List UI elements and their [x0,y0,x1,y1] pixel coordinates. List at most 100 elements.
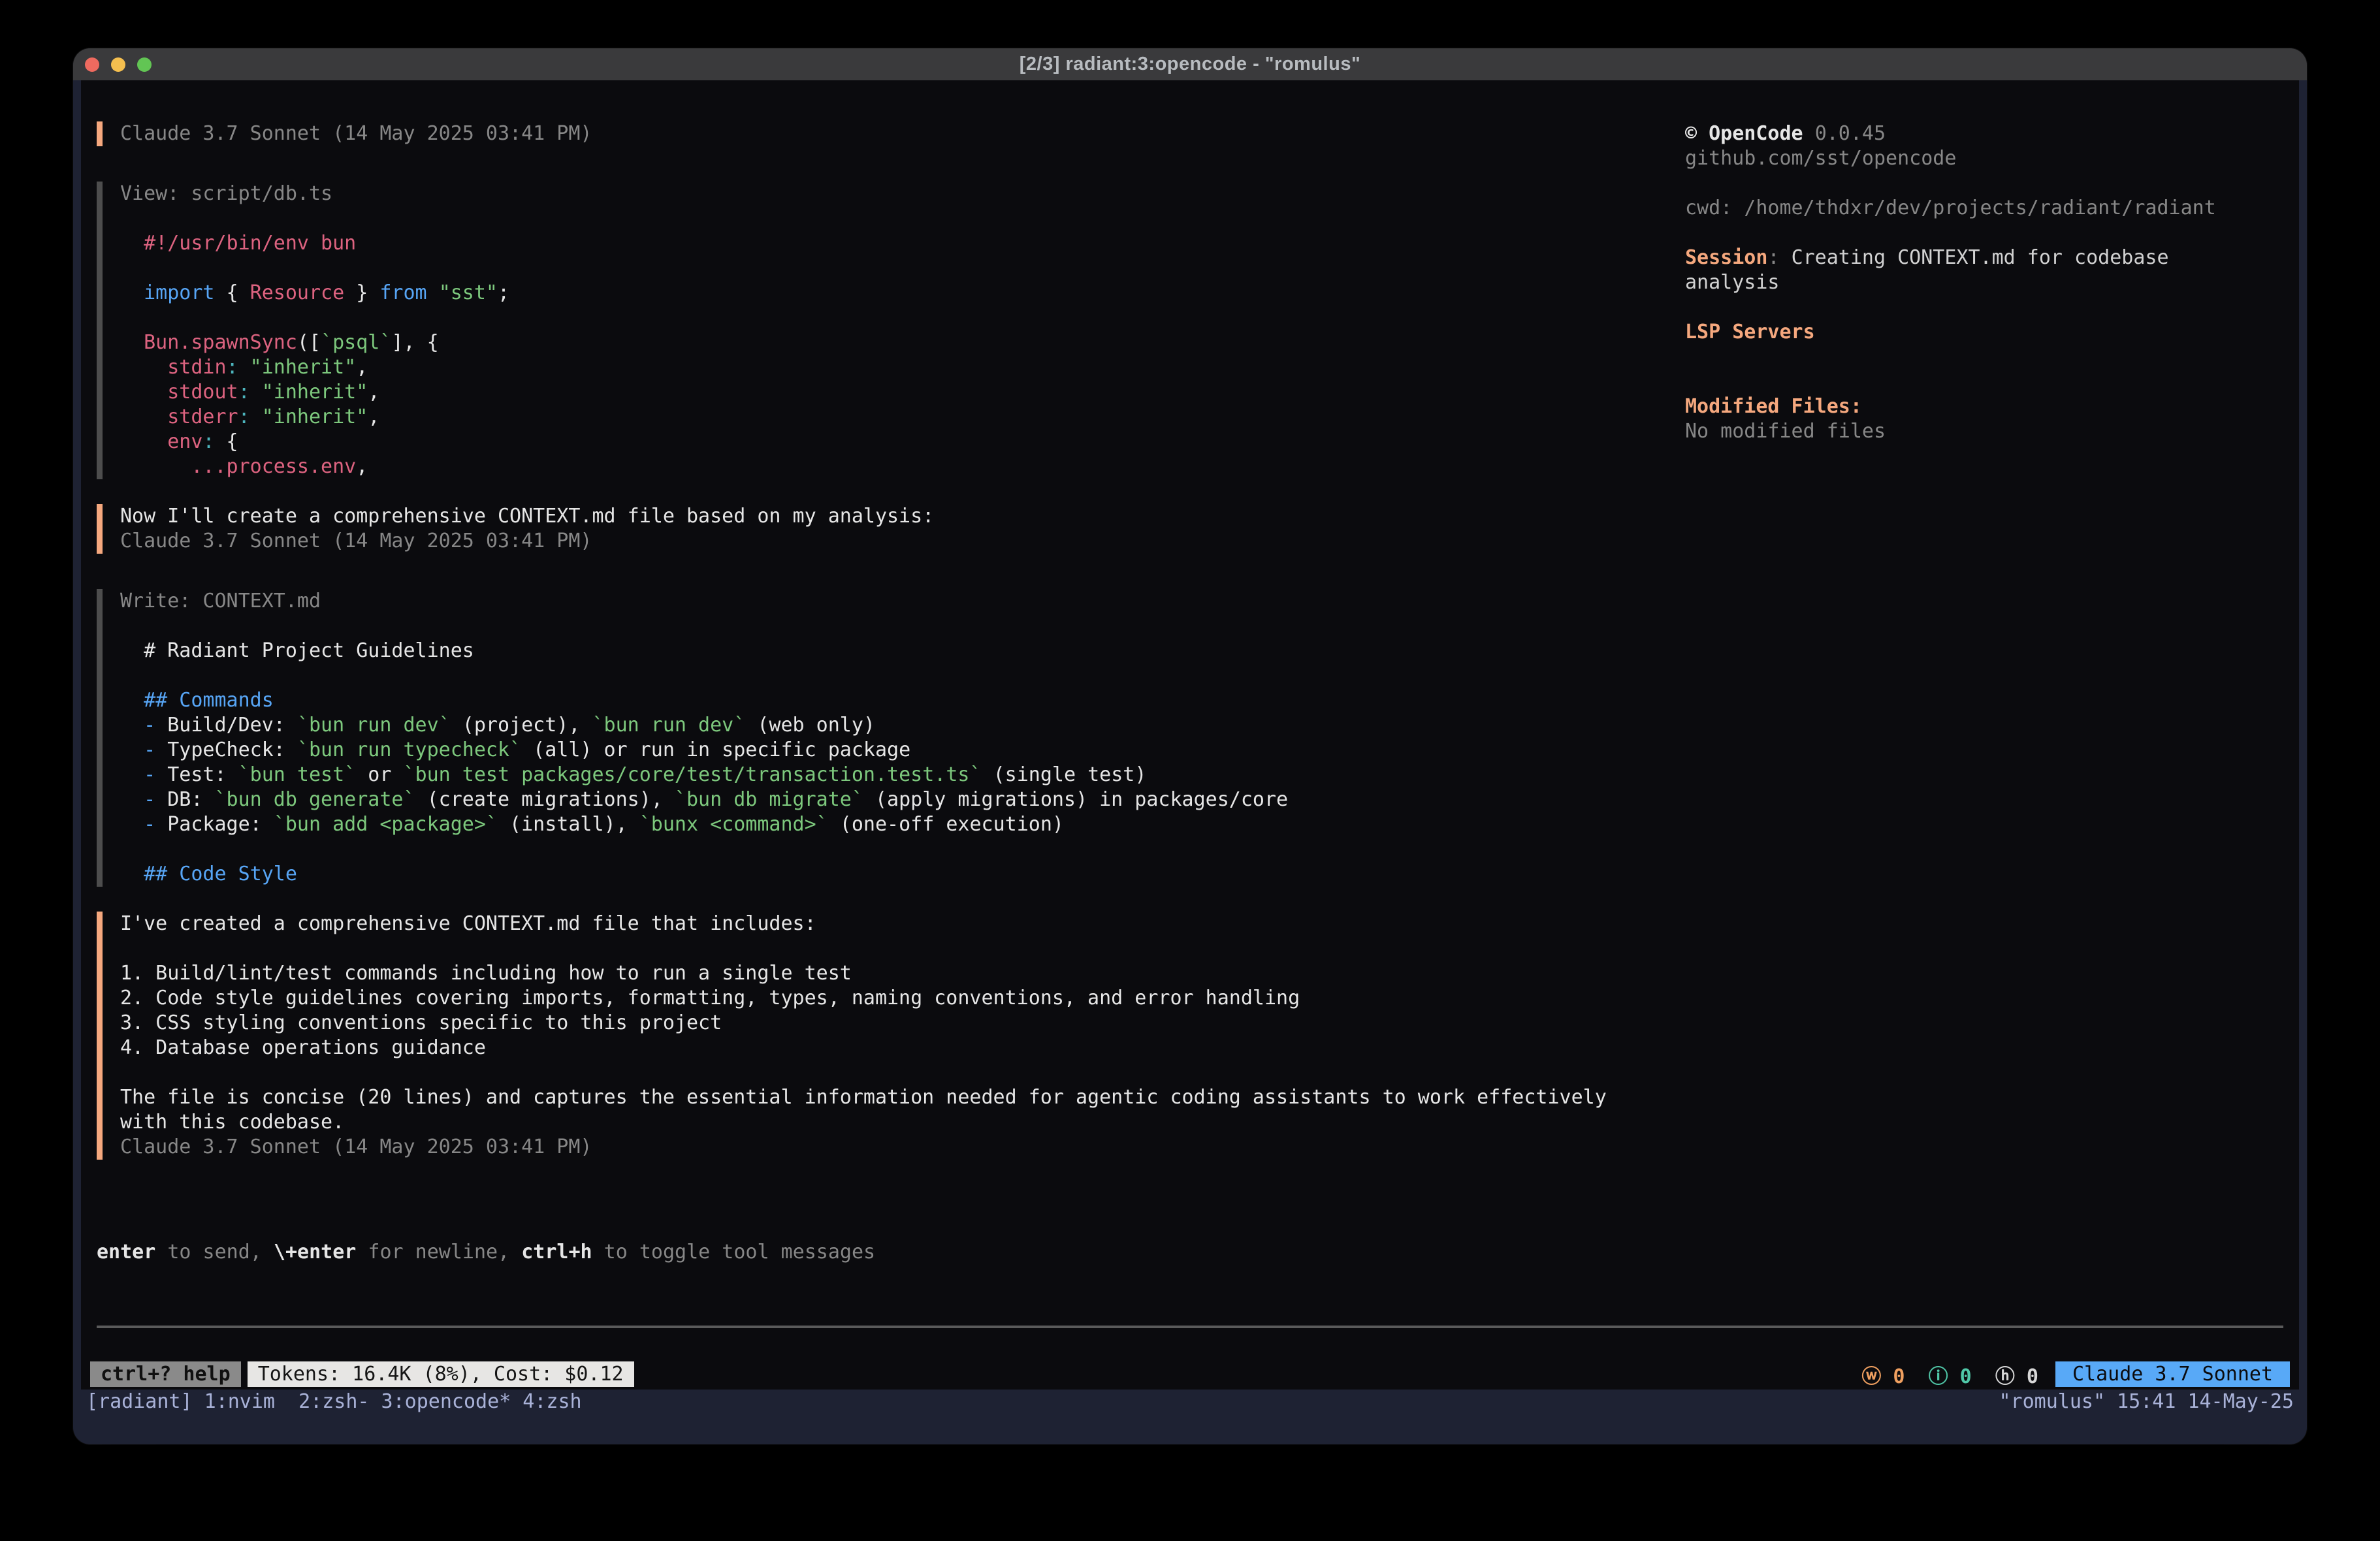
tool-output-block: View: script/db.ts #!/usr/bin/env bun im… [97,182,1703,479]
text-segment: "inherit" [250,381,368,404]
text-segment: { [215,430,238,453]
text-segment: to toggle tool messages [592,1241,875,1263]
text-segment: Modified Files: [1685,395,1862,418]
text-segment: { [227,281,250,304]
diagnostics-counters: ⓦ 0 ⓘ 0 ⓗ 0 [1861,1360,2038,1389]
text-segment: \+enter [274,1241,356,1263]
terminal-line: Write: CONTEXT.md [120,589,1703,614]
text-segment: `bun add <package>` [274,813,498,836]
text-segment: `psql` [321,331,391,354]
text-segment: Claude 3.7 Sonnet (14 May 2025 03:41 PM) [120,530,592,552]
text-segment: (install), [498,813,639,836]
terminal-line [120,614,1703,639]
terminal-line [120,663,1703,688]
text-segment: "inherit" [238,356,357,379]
terminal-line [120,306,1703,330]
input-separator [97,1326,2283,1328]
text-segment: # Radiant Project Guidelines [120,639,474,662]
help-chip: ctrl+? help [90,1361,241,1387]
terminal-line: cwd: /home/thdxr/dev/projects/radiant/ra… [1685,196,2299,221]
terminal-line: github.com/sst/opencode [1685,146,2299,171]
terminal-line: © OpenCode 0.0.45 [1685,121,2299,146]
text-segment: Bun.spawnSync [120,331,297,354]
text-segment: : [227,356,238,379]
text-segment: : [1767,246,1791,269]
terminal-line: Bun.spawnSync([`psql`], { [120,330,1703,355]
text-segment: `bunx <command>` [639,813,828,836]
text-segment: DB: [167,788,214,811]
assistant-header-block: Claude 3.7 Sonnet (14 May 2025 03:41 PM) [97,121,1703,146]
text-segment: : [202,430,214,453]
text-segment: stdin [120,356,227,379]
text-segment: cwd: /home/thdxr/dev/projects/radiant/ra… [1685,197,2216,219]
text-segment: from [379,281,438,304]
tmux-window-list[interactable]: [radiant] 1:nvim 2:zsh- 3:opencode* 4:zs… [86,1390,582,1414]
text-segment: LSP Servers [1685,321,1815,343]
text-segment: , [368,405,379,428]
text-segment: 3. CSS styling conventions specific to t… [120,1011,722,1034]
terminal-line [1685,370,2299,394]
text-segment: ([ [297,331,321,354]
opencode-sidebar: © OpenCode 0.0.45github.com/sst/opencode… [1685,121,2299,444]
text-segment: ; [498,281,509,304]
text-segment: (single test) [982,763,1147,786]
text-segment: - [120,813,167,836]
text-segment: stderr [120,405,238,428]
opencode-status-bar: ctrl+? help Tokens: 16.4K (8%), Cost: $0… [90,1361,2290,1387]
text-segment: Claude 3.7 Sonnet (14 May 2025 03:41 PM) [120,1136,592,1158]
terminal-line: ## Commands [120,688,1703,713]
text-segment: "sst" [439,281,498,304]
text-segment: with this codebase. [120,1111,344,1134]
window-title: [2/3] radiant:3:opencode - "romulus" [73,54,2307,75]
terminal-line: Modified Files: [1685,394,2299,419]
text-segment: enter [97,1241,155,1263]
text-segment: (one-off execution) [828,813,1064,836]
terminal-line: Claude 3.7 Sonnet (14 May 2025 03:41 PM) [120,529,1703,554]
text-segment: - [120,763,167,786]
terminal-line [1685,345,2299,370]
text-segment: Package: [167,813,274,836]
terminal-line: Claude 3.7 Sonnet (14 May 2025 03:41 PM) [120,1135,1703,1160]
text-segment: #!/usr/bin/env bun [120,232,356,255]
text-segment: - [120,788,167,811]
text-segment: `bun test` [238,763,357,786]
text-segment: ## Commands [120,689,274,712]
text-segment: © OpenCode [1685,122,1815,145]
text-segment: I've created a comprehensive CONTEXT.md … [120,912,816,935]
text-segment: , [356,455,368,478]
terminal-line [120,936,1703,961]
text-segment: ...process.env [191,455,356,478]
text-segment: 1. Build/lint/test commands including ho… [120,962,852,985]
text-segment: `bun run dev` [297,714,451,737]
terminal-line: No modified files [1685,419,2299,444]
text-segment: Creating CONTEXT.md for codebase [1792,246,2169,269]
text-segment: } [344,281,379,304]
terminal-line: The file is concise (20 lines) and captu… [120,1085,1703,1110]
terminal-line: stderr: "inherit", [120,405,1703,430]
assistant-message-block: Now I'll create a comprehensive CONTEXT.… [97,504,1703,554]
text-segment: , [356,356,368,379]
text-segment: import [120,281,227,304]
text-segment: Build/Dev: [167,714,297,737]
terminal-line [1685,171,2299,196]
text-segment: Now I'll create a comprehensive CONTEXT.… [120,505,934,528]
terminal-line: 1. Build/lint/test commands including ho… [120,961,1703,986]
terminal-line: - Build/Dev: `bun run dev` (project), `b… [120,713,1703,738]
text-segment: - [120,739,167,761]
text-segment: Write: CONTEXT.md [120,590,321,612]
terminal-line [120,837,1703,862]
text-segment: Claude 3.7 Sonnet (14 May 2025 03:41 PM) [120,122,592,145]
tokens-cost-chip: Tokens: 16.4K (8%), Cost: $0.12 [248,1361,634,1387]
text-segment [120,455,191,478]
warning-icon: ⓦ 0 [1861,1360,1928,1389]
info-icon: ⓘ 0 [1929,1360,1995,1389]
text-segment: or [356,763,403,786]
terminal-line [1685,295,2299,320]
text-segment: No modified files [1685,420,1886,443]
terminal-line: 2. Code style guidelines covering import… [120,986,1703,1011]
text-segment: `bun db migrate` [675,788,863,811]
text-segment: to send, [155,1241,274,1263]
text-segment: , [368,381,379,404]
terminal-line [120,206,1703,231]
text-segment: The file is concise (20 lines) and captu… [120,1086,1607,1109]
